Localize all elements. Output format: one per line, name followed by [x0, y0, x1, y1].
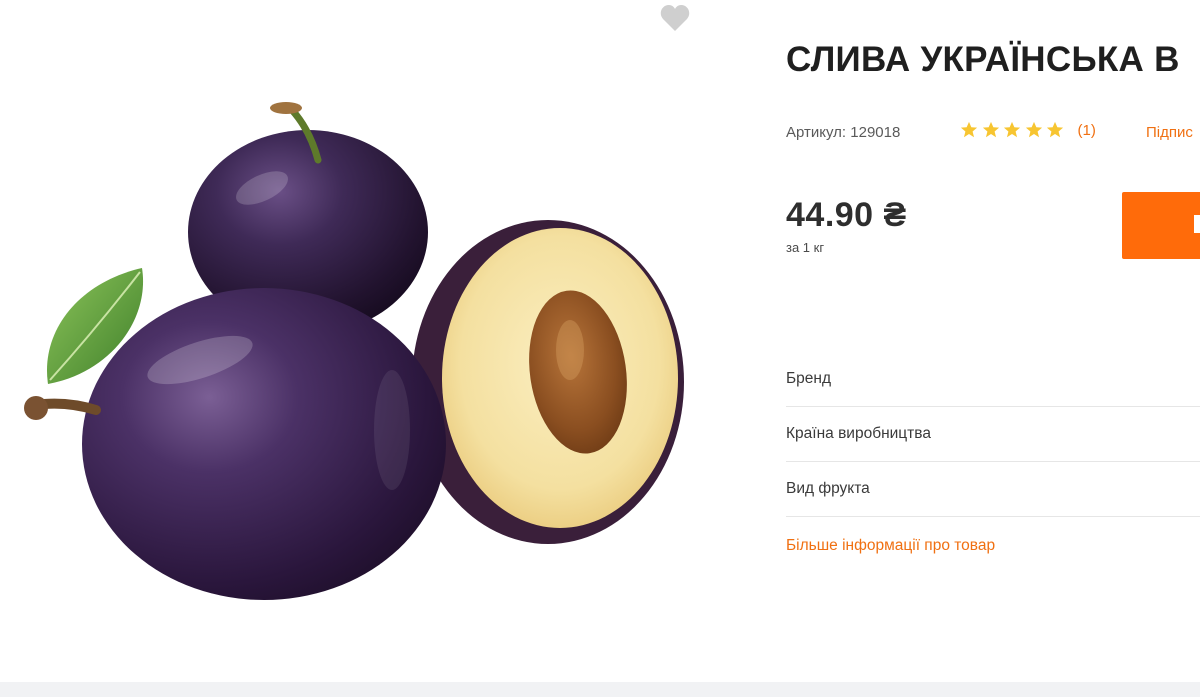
star-icon: [1003, 121, 1021, 138]
attribute-label: Країна виробництва: [786, 425, 931, 442]
add-to-cart-button[interactable]: [1122, 192, 1200, 259]
attribute-row-brand: Бренд: [786, 352, 1200, 407]
more-info-link[interactable]: Більше інформації про товар: [786, 537, 995, 555]
price-unit: за 1 кг: [786, 240, 825, 255]
product-price: 44.90 ₴: [786, 196, 907, 234]
product-image[interactable]: [0, 0, 740, 682]
plums-illustration: [24, 102, 684, 600]
product-rating[interactable]: (1): [960, 121, 1096, 139]
attribute-label: Бренд: [786, 370, 832, 387]
product-attributes: Бренд Країна виробництва Вид фрукта: [786, 352, 1200, 517]
rating-count-link[interactable]: (1): [1078, 122, 1096, 139]
heart-icon: [660, 5, 690, 31]
attribute-row-fruit-type: Вид фрукта: [786, 462, 1200, 517]
page-footer-strip: [0, 682, 1200, 697]
star-icon: [1046, 121, 1064, 138]
star-icon: [960, 121, 978, 138]
star-icon: [982, 121, 999, 138]
attribute-row-country: Країна виробництва: [786, 407, 1200, 462]
product-sku: Артикул: 129018: [786, 124, 901, 141]
product-title: СЛИВА УКРАЇНСЬКА В: [786, 40, 1180, 79]
plum-half: [412, 220, 684, 544]
subscribe-link[interactable]: Підпис: [1146, 124, 1193, 141]
star-icon: [1025, 121, 1042, 138]
attribute-label: Вид фрукта: [786, 480, 870, 497]
product-info-panel: СЛИВА УКРАЇНСЬКА В Артикул: 129018 (1) П…: [786, 0, 1200, 682]
add-to-cart-button-label-fragment: [1194, 215, 1200, 233]
favorite-button[interactable]: [660, 4, 696, 38]
